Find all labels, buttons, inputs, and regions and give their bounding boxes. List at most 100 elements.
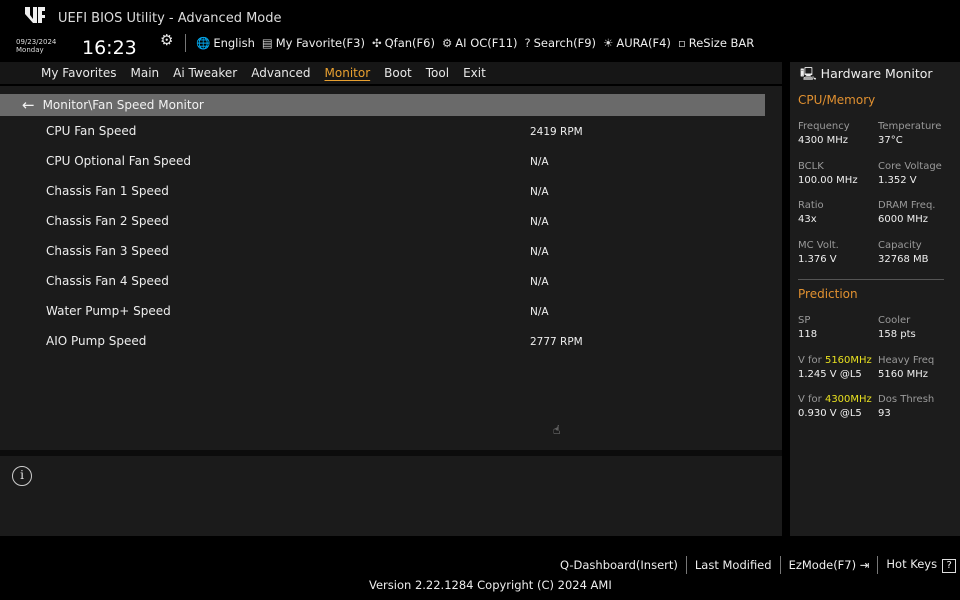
exit-arrow-icon: ⇥	[856, 558, 870, 572]
tab-advanced[interactable]: Advanced	[251, 66, 310, 80]
breadcrumb[interactable]: ← Monitor\Fan Speed Monitor	[0, 94, 765, 116]
mouse-cursor-icon: ☝	[553, 423, 561, 437]
back-arrow-icon[interactable]: ←	[22, 96, 35, 114]
hw-value: 100.00 MHz	[798, 174, 858, 186]
tool-aura-f4-[interactable]: ☀ AURA(F4)	[603, 36, 671, 50]
hw-value: 6000 MHz	[878, 214, 929, 225]
hw-label: Temperature	[878, 121, 941, 132]
gear-icon[interactable]: ⚙	[160, 31, 173, 49]
hw-label: SP	[798, 315, 810, 326]
fan-row-value: N/A	[530, 276, 549, 288]
date-display: 09/23/2024 Monday	[16, 38, 56, 54]
hw-label-text: BCLK	[798, 160, 824, 172]
hw-value: 32768 MB	[878, 253, 929, 265]
tool-search-f9-[interactable]: ? Search(F9)	[525, 36, 597, 50]
fan-row-label[interactable]: Chassis Fan 1 Speed	[46, 184, 169, 198]
hw-label-text: V for	[798, 354, 825, 366]
hw-value: 43x	[798, 214, 817, 225]
hw-label-highlight: 4300MHz	[824, 394, 872, 405]
fan-row-label[interactable]: Water Pump+ Speed	[46, 304, 171, 318]
hw-label: Core Voltage	[878, 161, 942, 172]
date: 09/23/2024	[16, 38, 57, 46]
hw-value: 118	[798, 329, 818, 340]
hw-value: 1.376 V	[798, 253, 837, 265]
fan-row-label[interactable]: CPU Fan Speed	[46, 124, 136, 138]
fan-row-value: N/A	[530, 216, 549, 228]
footer-label: Q-Dashboard(Insert)	[560, 558, 678, 572]
hw-label-text: Frequency	[798, 121, 850, 132]
resize-bar-icon: ▫	[677, 36, 686, 50]
hw-value: 158 pts	[878, 329, 916, 340]
fan-row-label[interactable]: Chassis Fan 2 Speed	[46, 214, 169, 228]
fan-row-value: 2419 RPM	[530, 126, 583, 138]
footer-q-dashboard-insert-button[interactable]: Q-Dashboard(Insert)	[560, 558, 678, 572]
hw-label: MC Volt.	[798, 240, 839, 251]
footer-ezmode-f7-button[interactable]: EzMode(F7) ⇥	[789, 558, 870, 572]
app-title: UEFI BIOS Utility - Advanced Mode	[58, 11, 282, 26]
hw-value: 4300 MHz	[798, 135, 849, 146]
fan-icon: ✣	[371, 36, 382, 50]
tool-label: AI OC(F11)	[455, 36, 518, 50]
tool-english[interactable]: 🌐 English	[196, 36, 255, 50]
hw-label: DRAM Freq.	[878, 200, 936, 211]
fan-row-label[interactable]: AIO Pump Speed	[46, 334, 146, 348]
hw-label-text: Core Voltage	[878, 160, 942, 172]
tool-my-favorite-f3-[interactable]: ▤ My Favorite(F3)	[262, 36, 365, 50]
toolbar: 🌐 English ▤ My Favorite(F3) ✣ Qfan(F6) ⚙ AI OC(…	[196, 36, 754, 50]
footer-last-modifiedbutton[interactable]: Last Modified	[695, 558, 772, 572]
hw-label: Cooler	[878, 315, 910, 326]
divider	[185, 34, 186, 52]
hw-label-text: DRAM Freq.	[878, 200, 936, 211]
hw-label-highlight: 5160MHz	[824, 354, 872, 366]
prediction-heading: Prediction	[798, 287, 858, 301]
tool-label: Qfan(F6)	[384, 36, 435, 50]
tab-exit[interactable]: Exit	[463, 66, 486, 80]
main-panel	[0, 86, 782, 450]
globe-icon: 🌐	[196, 36, 211, 50]
tool-label: English	[213, 36, 255, 50]
tab-my-favorites[interactable]: My Favorites	[41, 66, 116, 80]
aura-icon: ☀	[603, 36, 614, 50]
weekday: Monday	[16, 46, 44, 54]
hw-label-text: Ratio	[798, 200, 824, 211]
tool-resize-bar[interactable]: ▫ ReSize BAR	[678, 36, 754, 50]
tool-label: Search(F9)	[533, 36, 597, 50]
fan-row-label[interactable]: CPU Optional Fan Speed	[46, 154, 191, 168]
hw-label-text: Capacity	[878, 239, 922, 251]
tab-monitor[interactable]: Monitor	[325, 66, 371, 80]
hw-label: Dos Thresh	[878, 394, 934, 405]
fan-row-label[interactable]: Chassis Fan 4 Speed	[46, 274, 169, 288]
hw-value: 1.245 V @L5	[798, 368, 862, 380]
version-text: Version 2.22.1284 Copyright (C) 2024 AMI	[369, 578, 612, 592]
tool-qfan-f6-[interactable]: ✣ Qfan(F6)	[372, 36, 435, 50]
tool-ai-oc-f11-[interactable]: ⚙ AI OC(F11)	[442, 36, 518, 50]
fan-row-label[interactable]: Chassis Fan 3 Speed	[46, 244, 169, 258]
hw-label: Capacity	[878, 240, 922, 251]
hw-label-text: V for	[798, 394, 825, 405]
tab-ai-tweaker[interactable]: Ai Tweaker	[173, 66, 237, 80]
footer-label: EzMode(F7)	[788, 558, 857, 572]
footer-bar: Q-Dashboard(Insert) Last Modified EzMode(F…	[560, 556, 957, 574]
hw-label-text: Dos Thresh	[878, 394, 935, 405]
info-icon: i	[12, 466, 32, 486]
ai-oc-icon: ⚙	[441, 36, 453, 50]
hw-label-text: Heavy Freq	[878, 354, 935, 366]
hw-value: 93	[878, 408, 891, 419]
divider	[779, 556, 781, 574]
breadcrumb-text: Monitor\Fan Speed Monitor	[42, 98, 204, 112]
fan-row-value: N/A	[530, 306, 549, 318]
help-panel	[0, 456, 782, 536]
hw-label-text: Cooler	[878, 315, 911, 326]
hw-label: V for 5160MHz	[798, 355, 872, 366]
hw-label: Frequency	[798, 121, 850, 132]
hw-value: 1.352 V	[878, 174, 917, 186]
tab-boot[interactable]: Boot	[384, 66, 412, 80]
hardware-monitor-title: 🖳 Hardware Monitor	[800, 65, 933, 86]
tab-main[interactable]: Main	[130, 66, 159, 80]
tab-tool[interactable]: Tool	[426, 66, 449, 80]
fan-row-value: N/A	[530, 246, 549, 258]
footer-hot-keysbutton[interactable]: Hot Keys?	[886, 557, 957, 573]
footer-label: Last Modified	[694, 558, 772, 572]
favorite-icon: ▤	[261, 36, 273, 50]
hw-label: BCLK	[798, 161, 824, 172]
